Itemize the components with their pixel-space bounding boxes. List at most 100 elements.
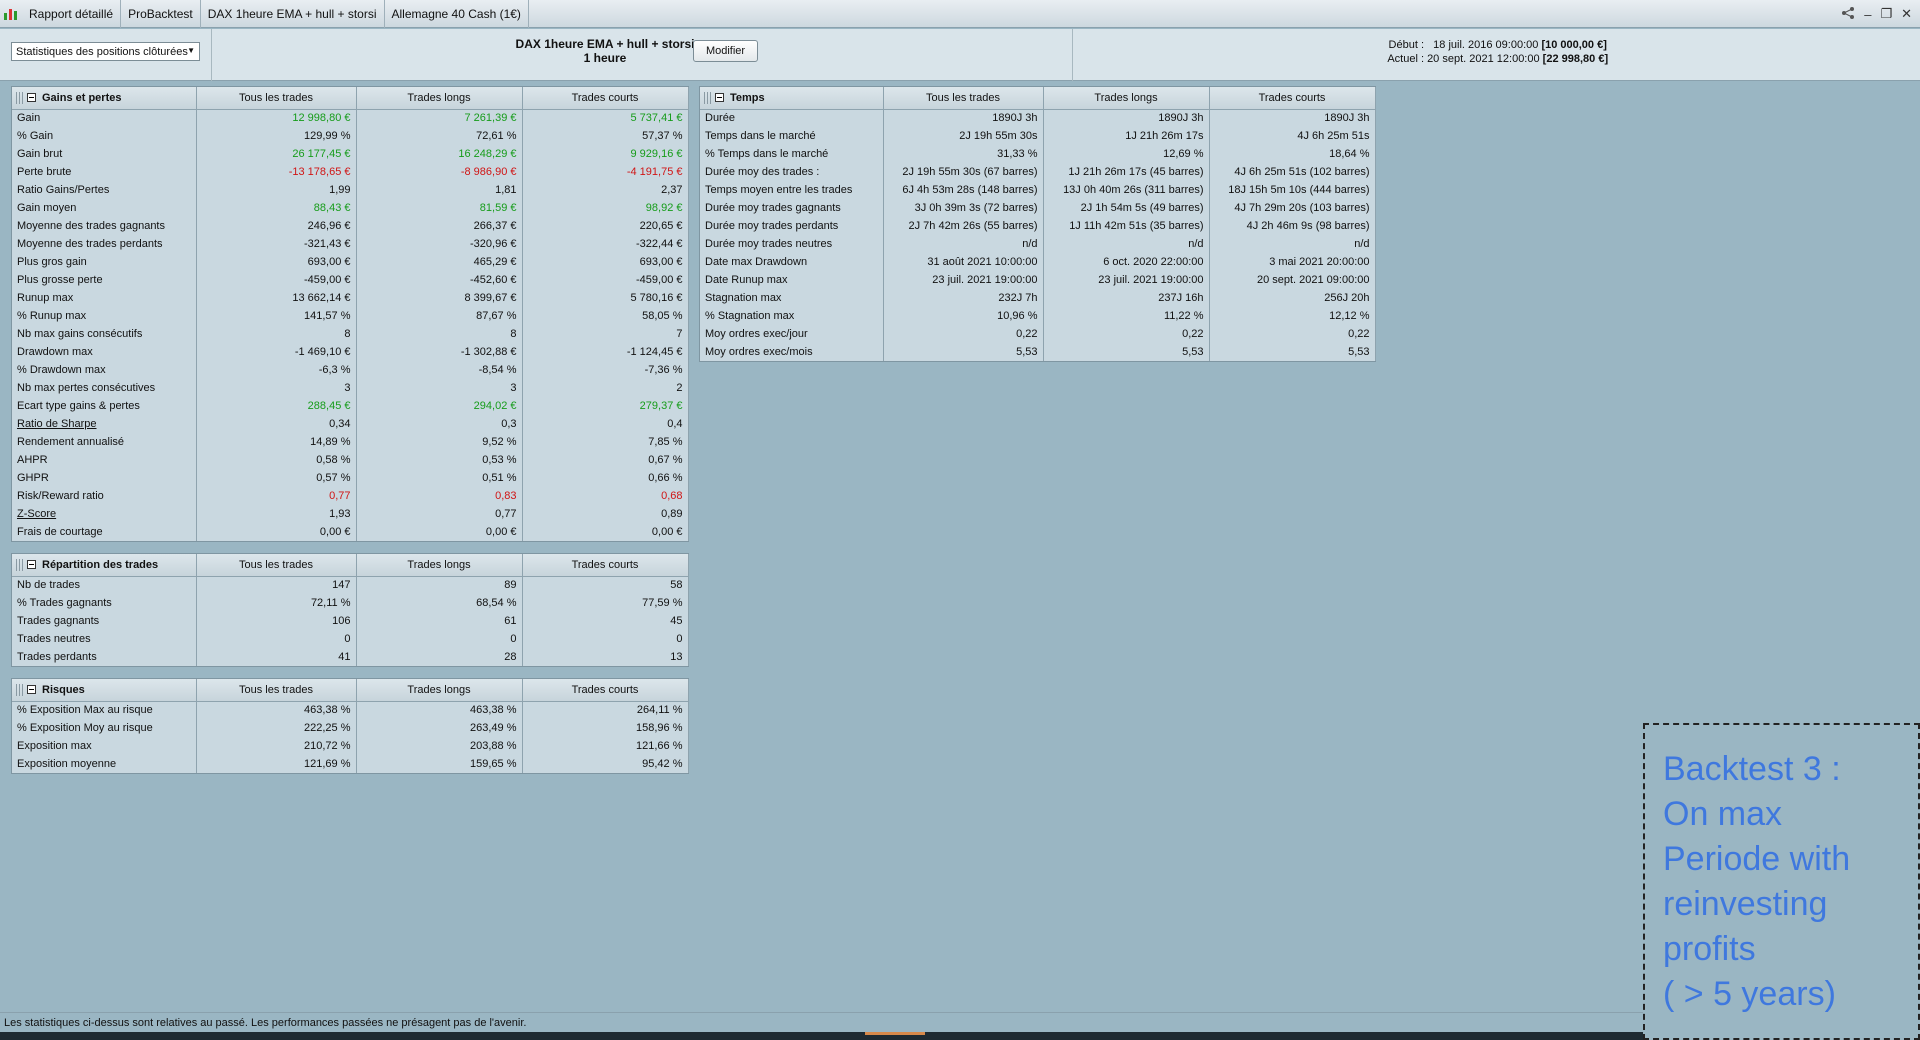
drag-handle-icon[interactable] bbox=[704, 91, 712, 104]
row-value: 0,77 bbox=[356, 505, 523, 523]
row-label: Durée bbox=[700, 109, 884, 127]
bottom-bar bbox=[0, 1032, 1643, 1040]
minimize-icon[interactable]: – bbox=[1864, 7, 1871, 22]
table-row: Moyenne des trades perdants -321,43 € -320… bbox=[12, 235, 689, 253]
table-row: Gain brut 26 177,45 €16 248,29 €9 929,16 … bbox=[12, 145, 689, 163]
row-label: Runup max bbox=[12, 289, 197, 307]
table-row: Perte brute -13 178,65 € -8 986,90 € -4 191… bbox=[12, 163, 689, 181]
row-value: 1J 21h 26m 17s bbox=[1043, 127, 1210, 145]
gains-table: Gains et pertes Tous les trades Trades lon… bbox=[12, 87, 689, 541]
row-value: 16 248,29 € bbox=[356, 145, 523, 163]
row-label[interactable]: Ratio de Sharpe bbox=[12, 415, 197, 433]
section-title[interactable]: Risques bbox=[12, 679, 197, 702]
modify-button[interactable]: Modifier bbox=[693, 40, 758, 62]
table-row: Durée moy trades neutres n/d n/d n/d bbox=[700, 235, 1376, 253]
row-label: Stagnation max bbox=[700, 289, 884, 307]
drag-handle-icon[interactable] bbox=[16, 683, 24, 696]
row-value: 5,53 bbox=[883, 343, 1044, 361]
table-row: Date Runup max 23 juil. 2021 19:00:00 23 j… bbox=[700, 271, 1376, 289]
row-value: 288,45 € bbox=[196, 397, 357, 415]
table-row: Z-Score 1,93 0,77 0,89 bbox=[12, 505, 689, 523]
row-value: -1 469,10 € bbox=[196, 343, 357, 361]
section-title[interactable]: Répartition des trades bbox=[12, 554, 197, 577]
row-value: 237J 16h bbox=[1043, 289, 1210, 307]
table-row: Durée 1890J 3h 1890J 3h 1890J 3h bbox=[700, 109, 1376, 127]
row-label: Nb max pertes consécutives bbox=[12, 379, 197, 397]
row-value: 693,00 € bbox=[196, 253, 357, 271]
share-icon[interactable] bbox=[1841, 6, 1855, 23]
table-row: Trades gagnants 106 61 45 bbox=[12, 612, 689, 630]
current-date: 20 sept. 2021 12:00:00 bbox=[1427, 53, 1540, 65]
table-row: Runup max 13 662,14 €8 399,67 €5 780,16 € bbox=[12, 289, 689, 307]
row-value: 1,81 bbox=[356, 181, 523, 199]
drag-handle-icon[interactable] bbox=[16, 91, 24, 104]
section-title[interactable]: Temps bbox=[700, 87, 884, 110]
section-title[interactable]: Gains et pertes bbox=[12, 87, 197, 110]
row-value: 1890J 3h bbox=[1043, 109, 1210, 127]
table-row: Exposition moyenne 121,69 % 159,65 % 95,42 … bbox=[12, 755, 689, 773]
table-row: Temps dans le marché 2J 19h 55m 30s 1J 21h… bbox=[700, 127, 1376, 145]
chart-app-icon bbox=[0, 0, 22, 28]
tab-probacktest[interactable]: ProBacktest bbox=[121, 0, 201, 28]
row-label: Ratio Gains/Pertes bbox=[12, 181, 197, 199]
row-label: Plus grosse perte bbox=[12, 271, 197, 289]
annotation-line: Periode with bbox=[1663, 840, 1851, 878]
collapse-icon[interactable] bbox=[27, 685, 36, 695]
tab-strategy[interactable]: DAX 1heure EMA + hull + storsi bbox=[201, 0, 385, 28]
row-label[interactable]: Z-Score bbox=[12, 505, 197, 523]
table-row: Ratio de Sharpe 0,34 0,3 0,4 bbox=[12, 415, 689, 433]
row-value: 2J 7h 42m 26s (55 barres) bbox=[883, 217, 1044, 235]
row-value: 4J 2h 46m 9s (98 barres) bbox=[1209, 217, 1376, 235]
tab-instrument[interactable]: Allemagne 40 Cash (1€) bbox=[385, 0, 529, 28]
collapse-icon[interactable] bbox=[715, 93, 724, 103]
row-value: 8 399,67 € bbox=[356, 289, 523, 307]
row-value: 13 662,14 € bbox=[196, 289, 357, 307]
column-header: Tous les trades bbox=[196, 87, 357, 110]
column-header: Tous les trades bbox=[196, 679, 357, 702]
collapse-icon[interactable] bbox=[27, 560, 36, 570]
row-value: 263,49 % bbox=[356, 719, 523, 737]
start-label: Début : bbox=[1388, 39, 1424, 51]
row-value: 1890J 3h bbox=[1209, 109, 1376, 127]
drag-handle-icon[interactable] bbox=[16, 558, 24, 571]
row-value: 5,53 bbox=[1043, 343, 1210, 361]
row-value: 222,25 % bbox=[196, 719, 357, 737]
row-label: Durée moy trades gagnants bbox=[700, 199, 884, 217]
row-label: Moy ordres exec/mois bbox=[700, 343, 884, 361]
risques-table: Risques Tous les trades Trades longs Trades… bbox=[12, 679, 689, 773]
row-value: 0,00 € bbox=[356, 523, 523, 541]
collapse-icon[interactable] bbox=[27, 93, 36, 103]
row-value: 0 bbox=[522, 630, 689, 648]
row-value: 9,52 % bbox=[356, 433, 523, 451]
row-value: 0,53 % bbox=[356, 451, 523, 469]
risks-panel: Risques Tous les trades Trades longs Trades… bbox=[11, 678, 689, 774]
table-row: Moyenne des trades gagnants 246,96 €266,3… bbox=[12, 217, 689, 235]
restore-icon[interactable]: ❐ bbox=[1880, 6, 1892, 22]
row-value: -8,54 % bbox=[356, 361, 523, 379]
row-label: Durée moy des trades : bbox=[700, 163, 884, 181]
row-value: 246,96 € bbox=[196, 217, 357, 235]
row-value: 0,3 bbox=[356, 415, 523, 433]
row-value: 7 261,39 € bbox=[356, 109, 523, 127]
row-value: 0,89 bbox=[522, 505, 689, 523]
table-row: % Exposition Moy au risque 222,25 % 263,49… bbox=[12, 719, 689, 737]
row-label: Nb max gains consécutifs bbox=[12, 325, 197, 343]
annotation-line: reinvesting bbox=[1663, 885, 1828, 923]
row-value: 147 bbox=[196, 576, 357, 594]
row-value: 7,85 % bbox=[522, 433, 689, 451]
statistics-type-select[interactable]: Statistiques des positions clôturées ▼ bbox=[11, 42, 200, 61]
tab-detailed-report[interactable]: Rapport détaillé bbox=[22, 0, 122, 28]
start-date: 18 juil. 2016 09:00:00 bbox=[1433, 39, 1539, 51]
row-value: 57,37 % bbox=[522, 127, 689, 145]
row-label: Rendement annualisé bbox=[12, 433, 197, 451]
row-value: 129,99 % bbox=[196, 127, 357, 145]
row-value: 0,66 % bbox=[522, 469, 689, 487]
close-icon[interactable]: ✕ bbox=[1901, 6, 1912, 22]
temps-table: Temps Tous les trades Trades longs Trades c… bbox=[700, 87, 1376, 361]
period-info: Début : 18 juil. 2016 09:00:00 [10 000,0… bbox=[1372, 38, 1608, 66]
row-value: 12,12 % bbox=[1209, 307, 1376, 325]
row-value: 0,00 € bbox=[196, 523, 357, 541]
current-capital: [22 998,80 €] bbox=[1542, 53, 1609, 65]
section-title-text: Temps bbox=[730, 91, 765, 104]
row-value: n/d bbox=[1043, 235, 1210, 253]
